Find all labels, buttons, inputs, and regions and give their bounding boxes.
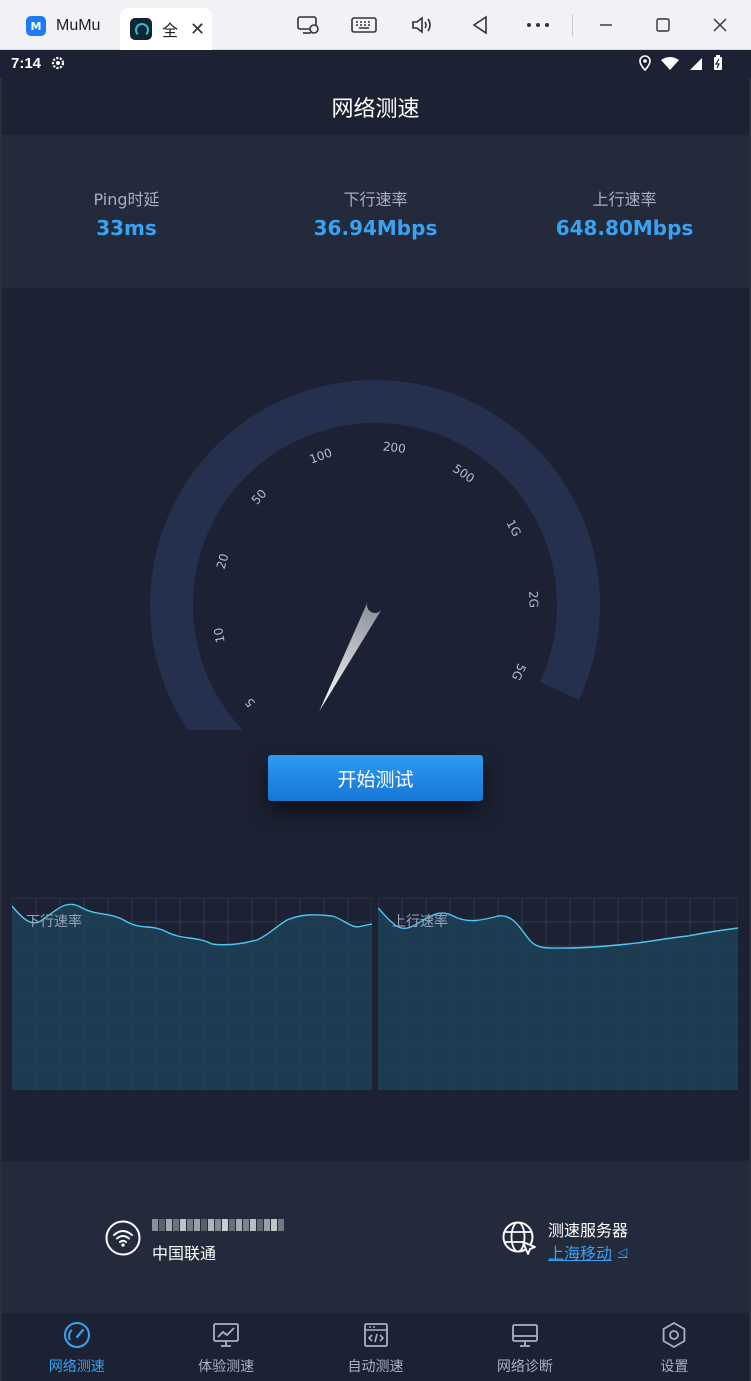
globe-cursor-icon	[501, 1220, 539, 1262]
stat-download: 下行速率 36.94Mbps	[251, 135, 500, 288]
upload-speed-chart: 上行速率	[377, 897, 739, 1091]
back-icon[interactable]	[466, 12, 494, 38]
cell-signal-icon	[689, 56, 703, 75]
gauge-tick-label: 5G	[509, 661, 529, 682]
stat-value: 33ms	[96, 216, 157, 240]
tab-speedtest[interactable]: 全 ✕	[120, 8, 212, 50]
gauge-tick-label: 200	[382, 439, 406, 456]
stat-label: 上行速率	[592, 190, 657, 209]
close-icon[interactable]	[706, 12, 734, 38]
battery-icon	[713, 55, 723, 75]
wifi-icon	[105, 1220, 141, 1260]
gauge-tick-label: 50	[249, 487, 270, 508]
gauge-tick-label: 20	[214, 552, 232, 571]
titlebar-divider	[572, 14, 573, 36]
stat-value: 36.94Mbps	[313, 216, 438, 240]
gauge-tick-label: 10	[211, 626, 228, 644]
server-title: 测速服务器	[548, 1221, 629, 1240]
desktop-icon	[512, 1324, 538, 1347]
stat-label: 下行速率	[343, 190, 408, 209]
more-icon[interactable]	[524, 12, 552, 38]
gauge-tick-label: 2G	[526, 591, 541, 608]
gauge-tick-label: 1G	[503, 517, 523, 539]
location-icon	[639, 55, 651, 75]
gear-icon	[50, 55, 66, 75]
page-title: 网络测速	[331, 96, 420, 122]
stat-value: 648.80Mbps	[555, 216, 694, 240]
tab-close-icon[interactable]: ✕	[190, 19, 205, 40]
status-time: 7:14	[11, 55, 42, 72]
code-window-icon	[363, 1323, 388, 1347]
mumu-app-icon: M	[26, 16, 46, 36]
caret-left-icon[interactable]: ◁	[618, 1245, 627, 1259]
settings-hex-icon	[663, 1321, 686, 1349]
upload-area	[378, 908, 738, 1090]
download-speed-chart: 下行速率	[11, 897, 373, 1091]
speed-gauge-icon	[63, 1322, 90, 1348]
download-area	[12, 904, 372, 1090]
gauge-tick-label: 500	[450, 461, 477, 485]
nav-label: 网络诊断	[496, 1359, 553, 1375]
stat-label: Ping时延	[93, 190, 160, 209]
keyboard-icon[interactable]	[350, 12, 378, 38]
server-name[interactable]: 上海移动	[548, 1240, 612, 1264]
wifi-signal-icon	[661, 56, 679, 75]
screen-record-icon[interactable]	[294, 12, 322, 38]
gauge-tick-label: 100	[308, 446, 334, 467]
nav-item-auto-test[interactable]: 自动测速	[301, 1313, 450, 1379]
server-select-link[interactable]: 上海移动 ◁	[548, 1240, 627, 1264]
android-status-bar: 7:14	[0, 50, 751, 78]
gauge-tick-label: 5	[242, 695, 258, 710]
tab-title: 全	[162, 23, 179, 40]
nav-item-experience-test[interactable]: 体验测速	[151, 1313, 300, 1379]
nav-item-network-diagnosis[interactable]: 网络诊断	[450, 1313, 599, 1379]
bottom-navigation: 网络测速 体验测速 自动测速 网络诊断 设置	[2, 1313, 749, 1379]
stat-ping: Ping时延 33ms	[2, 135, 251, 288]
chart-monitor-icon	[213, 1323, 240, 1347]
chart-label: 上行速率	[392, 914, 448, 930]
gauge-needle	[319, 601, 383, 712]
window-titlebar: M MuMu 全 ✕	[0, 0, 751, 50]
start-test-button[interactable]: 开始测试	[268, 755, 483, 801]
connection-info-panel: 中国联通 测速服务器 上海移动 ◁	[2, 1161, 749, 1313]
nav-label: 体验测速	[198, 1359, 255, 1375]
tab-title: MuMu	[56, 17, 101, 34]
chart-label: 下行速率	[26, 914, 82, 930]
nav-label: 网络测速	[48, 1359, 105, 1375]
minimize-icon[interactable]	[592, 12, 620, 38]
volume-icon[interactable]	[408, 12, 436, 38]
nav-item-speed-test[interactable]: 网络测速	[2, 1313, 151, 1379]
speed-gauge: 051020501002005001G2G5G	[150, 380, 600, 730]
stat-upload: 上行速率 648.80Mbps	[500, 135, 749, 288]
nav-label: 设置	[660, 1359, 689, 1375]
isp-name: 中国联通	[152, 1244, 217, 1263]
nav-label: 自动测速	[347, 1359, 404, 1375]
nav-item-settings[interactable]: 设置	[600, 1313, 749, 1379]
network-ssid-redacted	[152, 1219, 284, 1231]
maximize-icon[interactable]	[649, 12, 677, 38]
tab-mumu[interactable]: M MuMu	[6, 9, 114, 43]
speed-stats-panel: Ping时延 33ms 下行速率 36.94Mbps 上行速率 648.80Mb…	[2, 135, 749, 288]
speedtest-app-icon	[130, 18, 152, 40]
